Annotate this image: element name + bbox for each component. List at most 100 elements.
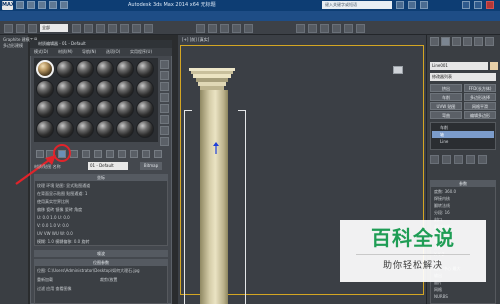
schematic-view-button[interactable]	[308, 24, 317, 33]
new-file-icon[interactable]	[16, 1, 24, 9]
curve-editor-button[interactable]	[296, 24, 305, 33]
output-nurbs-radio[interactable]: NURBS	[434, 294, 448, 299]
render-frame-button[interactable]	[344, 24, 353, 33]
window-crossing-button[interactable]	[108, 24, 117, 33]
align-button[interactable]	[244, 24, 253, 33]
make-unique-stack-icon[interactable]	[454, 155, 463, 164]
go-forward-to-sibling-icon[interactable]	[154, 150, 162, 158]
material-slot[interactable]	[96, 80, 114, 98]
show-shaded-material-icon[interactable]	[118, 150, 126, 158]
menu-item-options[interactable]: 选项(O)	[106, 49, 120, 55]
sample-type-icon[interactable]	[160, 60, 169, 69]
menu-item-navigation[interactable]: 导航(N)	[82, 49, 96, 55]
material-slot[interactable]	[96, 60, 114, 78]
parameters-rollout-header[interactable]: 参数	[430, 180, 496, 187]
material-slot[interactable]	[116, 100, 134, 118]
open-file-icon[interactable]	[27, 1, 35, 9]
material-slot[interactable]	[116, 60, 134, 78]
selection-filter-dropdown[interactable]: 全部	[40, 24, 68, 32]
show-end-result-icon[interactable]	[130, 150, 138, 158]
material-slot[interactable]	[136, 80, 154, 98]
material-type-button[interactable]: Bitmap	[140, 162, 162, 170]
object-color-swatch[interactable]	[490, 62, 498, 70]
modifier-button[interactable]: 挤出	[430, 84, 462, 92]
undo-button[interactable]	[4, 24, 13, 33]
render-production-button[interactable]	[356, 24, 365, 33]
bitmap-path[interactable]: 位图: C:\Users\Administrator\Desktop\如何大理石…	[37, 268, 140, 274]
help-icon[interactable]	[420, 1, 428, 9]
material-slot[interactable]	[116, 120, 134, 138]
noise-rollout-header[interactable]: 噪波	[34, 250, 168, 257]
material-editor-button[interactable]	[320, 24, 329, 33]
make-preview-icon[interactable]	[160, 115, 169, 124]
material-slot[interactable]	[76, 100, 94, 118]
modify-tab-icon[interactable]	[441, 37, 450, 46]
stack-item[interactable]: 车削	[432, 124, 494, 131]
weld-core-checkbox[interactable]: 焊接内核	[434, 196, 450, 202]
menu-item-utilities[interactable]: 实用程序(U)	[130, 49, 152, 55]
material-slot[interactable]	[36, 120, 54, 138]
menu-item-mode[interactable]: 模式(D)	[34, 49, 48, 55]
search-input[interactable]: 键入关键字或短语	[322, 1, 392, 9]
coordinates-rollout-header[interactable]: 坐标	[34, 174, 168, 181]
material-slot[interactable]	[136, 60, 154, 78]
column-capital[interactable]	[187, 68, 237, 90]
modifier-button[interactable]: UVW 贴图	[430, 102, 462, 110]
material-slot[interactable]	[96, 100, 114, 118]
material-slot[interactable]	[76, 80, 94, 98]
modifier-button[interactable]: 网格平滑	[464, 102, 496, 110]
degrees-spinner[interactable]: 度数: 360.0	[434, 189, 456, 195]
material-slot[interactable]	[96, 120, 114, 138]
material-slot[interactable]	[136, 120, 154, 138]
bitmap-parameters-rollout-header[interactable]: 位图参数	[34, 259, 168, 266]
material-slot[interactable]	[56, 80, 74, 98]
flip-normals-checkbox[interactable]: 翻转法线	[434, 203, 450, 209]
remove-modifier-icon[interactable]	[466, 155, 475, 164]
material-id-channel-icon[interactable]	[106, 150, 114, 158]
link-button[interactable]	[28, 24, 37, 33]
material-slot[interactable]	[76, 60, 94, 78]
reset-map-icon[interactable]	[70, 150, 78, 158]
select-by-name-button[interactable]	[84, 24, 93, 33]
hierarchy-tab-icon[interactable]	[452, 37, 461, 46]
display-tab-icon[interactable]	[474, 37, 483, 46]
modifier-list-dropdown[interactable]: 修改器列表	[430, 73, 496, 81]
search-icon[interactable]	[396, 1, 404, 9]
ribbon-tab-label[interactable]: 多边形建模	[3, 43, 23, 49]
stack-item[interactable]: 轴	[432, 131, 494, 138]
make-unique-icon[interactable]	[82, 150, 90, 158]
scale-button[interactable]	[144, 24, 153, 33]
segments-spinner[interactable]: 分段: 16	[434, 210, 450, 216]
create-tab-icon[interactable]	[430, 37, 439, 46]
modifier-button[interactable]: 编辑多边形	[464, 111, 496, 119]
modifier-button[interactable]: FFD(长方体)	[464, 84, 496, 92]
redo-button[interactable]	[16, 24, 25, 33]
material-slot[interactable]	[116, 80, 134, 98]
rectangular-selection-button[interactable]	[96, 24, 105, 33]
material-slot[interactable]	[76, 120, 94, 138]
undo-icon[interactable]	[49, 1, 57, 9]
viewport-label[interactable]: [+] [前] [真实]	[182, 37, 209, 43]
background-icon[interactable]	[160, 82, 169, 91]
percent-snap-button[interactable]	[220, 24, 229, 33]
viewcube-icon[interactable]	[393, 66, 403, 74]
output-mesh-radio[interactable]: 网格	[434, 287, 442, 293]
put-to-library-icon[interactable]	[94, 150, 102, 158]
utilities-tab-icon[interactable]	[485, 37, 494, 46]
snaps-toggle-button[interactable]	[196, 24, 205, 33]
show-end-result-toggle-icon[interactable]	[442, 155, 451, 164]
mirror-button[interactable]	[232, 24, 241, 33]
go-to-parent-icon[interactable]	[142, 150, 150, 158]
material-editor-title[interactable]: 材质编辑器 - 01 - Default	[30, 40, 172, 48]
minimize-icon[interactable]	[462, 1, 470, 9]
save-file-icon[interactable]	[38, 1, 46, 9]
move-button[interactable]	[120, 24, 129, 33]
video-color-check-icon[interactable]	[160, 104, 169, 113]
material-name-input[interactable]: 01 - Default	[88, 162, 128, 170]
material-slot[interactable]	[36, 80, 54, 98]
close-icon[interactable]	[486, 1, 494, 9]
pin-stack-icon[interactable]	[430, 155, 439, 164]
modifier-button[interactable]: 车削	[430, 93, 462, 101]
select-by-material-icon[interactable]	[160, 137, 169, 146]
material-slot[interactable]	[56, 120, 74, 138]
